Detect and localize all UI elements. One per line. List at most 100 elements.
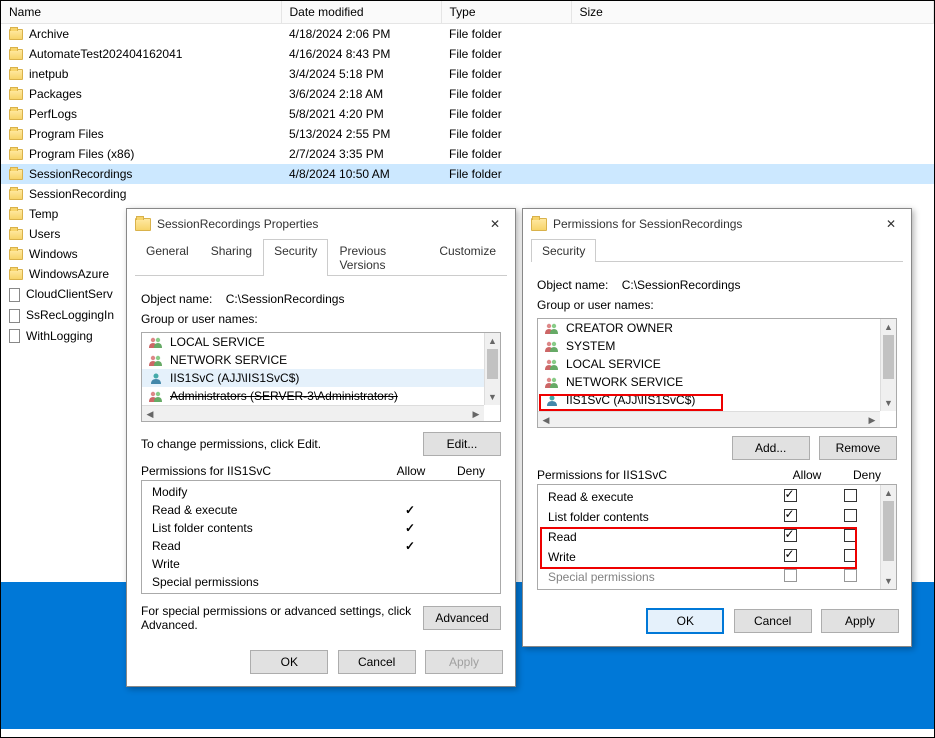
folder-icon [9, 269, 23, 280]
perms-listbox: ModifyRead & execute✓List folder content… [141, 480, 501, 594]
perm-row: Write [142, 555, 500, 573]
group-item[interactable]: IIS1SvC (AJJ\IIS1SvC$) [538, 391, 896, 409]
allow-checkbox[interactable] [784, 509, 797, 522]
file-row[interactable]: SessionRecordings4/8/2024 10:50 AMFile f… [1, 164, 934, 184]
scrollbar[interactable]: ▲▼ [880, 485, 896, 589]
file-row[interactable]: Program Files5/13/2024 2:55 PMFile folde… [1, 124, 934, 144]
file-row[interactable]: SessionRecording [1, 184, 934, 204]
perm-row: Read & execute✓ [142, 501, 500, 519]
object-name-label: Object name: [141, 292, 212, 306]
file-row[interactable]: inetpub3/4/2024 5:18 PMFile folder [1, 64, 934, 84]
folder-icon [9, 209, 23, 220]
perms-listbox: Read & executeList folder contentsReadWr… [537, 484, 897, 590]
user-icon [148, 354, 164, 366]
user-icon [544, 340, 560, 352]
folder-icon [531, 218, 547, 231]
perms-label: Permissions for IIS1SvC [537, 468, 777, 482]
groups-label: Group or user names: [537, 298, 897, 312]
dialog-title: SessionRecordings Properties [157, 217, 483, 231]
object-name-value: C:\SessionRecordings [622, 278, 741, 292]
folder-icon [135, 218, 151, 231]
tab-customize[interactable]: Customize [428, 239, 507, 276]
folder-icon [9, 49, 23, 60]
perm-row: List folder contents✓ [142, 519, 500, 537]
permissions-dialog: Permissions for SessionRecordings ✕ Secu… [522, 208, 912, 647]
change-hint: To change permissions, click Edit. [141, 437, 417, 451]
cancel-button[interactable]: Cancel [338, 650, 416, 674]
file-row[interactable]: Program Files (x86)2/7/2024 3:35 PMFile … [1, 144, 934, 164]
allow-checkbox[interactable] [784, 569, 797, 582]
check-icon: ✓ [405, 521, 415, 535]
file-row[interactable]: Archive4/18/2024 2:06 PMFile folder [1, 24, 934, 45]
col-size[interactable]: Size [571, 1, 934, 24]
check-icon: ✓ [405, 503, 415, 517]
allow-checkbox[interactable] [784, 489, 797, 502]
apply-button[interactable]: Apply [821, 609, 899, 633]
col-date[interactable]: Date modified [281, 1, 441, 24]
group-item[interactable]: SYSTEM [538, 337, 896, 355]
tabstrip: Security [531, 239, 903, 262]
close-icon[interactable]: ✕ [483, 217, 507, 231]
group-item[interactable]: CREATOR OWNER [538, 319, 896, 337]
tab-sharing[interactable]: Sharing [200, 239, 263, 276]
edit-button[interactable]: Edit... [423, 432, 501, 456]
properties-dialog: SessionRecordings Properties ✕ GeneralSh… [126, 208, 516, 687]
ok-button[interactable]: OK [646, 608, 724, 634]
group-item[interactable]: IIS1SvC (AJJ\IIS1SvC$) [142, 369, 500, 387]
user-icon [148, 390, 164, 402]
folder-icon [9, 89, 23, 100]
folder-icon [9, 229, 23, 240]
folder-icon [9, 169, 23, 180]
advanced-button[interactable]: Advanced [423, 606, 501, 630]
folder-icon [9, 69, 23, 80]
advanced-hint: For special permissions or advanced sett… [141, 604, 417, 632]
apply-button[interactable]: Apply [425, 650, 503, 674]
cancel-button[interactable]: Cancel [734, 609, 812, 633]
file-row[interactable]: Packages3/6/2024 2:18 AMFile folder [1, 84, 934, 104]
folder-icon [9, 149, 23, 160]
allow-checkbox[interactable] [784, 549, 797, 562]
deny-checkbox[interactable] [844, 509, 857, 522]
col-name[interactable]: Name [1, 1, 281, 24]
tab-security[interactable]: Security [531, 239, 596, 262]
tab-security[interactable]: Security [263, 239, 328, 276]
deny-checkbox[interactable] [844, 569, 857, 582]
tab-general[interactable]: General [135, 239, 200, 276]
deny-checkbox[interactable] [844, 529, 857, 542]
group-item[interactable]: NETWORK SERVICE [538, 373, 896, 391]
close-icon[interactable]: ✕ [879, 217, 903, 231]
file-icon [9, 288, 20, 302]
group-item[interactable]: NETWORK SERVICE [142, 351, 500, 369]
scrollbar[interactable]: ▲▼ [484, 333, 500, 405]
check-icon: ✓ [405, 539, 415, 553]
dialog-title: Permissions for SessionRecordings [553, 217, 879, 231]
scrollbar[interactable]: ▲▼ [880, 319, 896, 411]
file-row[interactable]: PerfLogs5/8/2021 4:20 PMFile folder [1, 104, 934, 124]
hscrollbar[interactable]: ◀▶ [538, 411, 880, 427]
hscrollbar[interactable]: ◀▶ [142, 405, 484, 421]
tab-previous-versions[interactable]: Previous Versions [328, 239, 428, 276]
perm-row: Special permissions [538, 567, 880, 587]
deny-checkbox[interactable] [844, 549, 857, 562]
user-icon [148, 336, 164, 348]
folder-icon [9, 189, 23, 200]
tabstrip: GeneralSharingSecurityPrevious VersionsC… [135, 239, 507, 276]
allow-checkbox[interactable] [784, 529, 797, 542]
groups-listbox[interactable]: CREATOR OWNERSYSTEMLOCAL SERVICENETWORK … [537, 318, 897, 428]
col-type[interactable]: Type [441, 1, 571, 24]
add-button[interactable]: Add... [732, 436, 810, 460]
ok-button[interactable]: OK [250, 650, 328, 674]
user-icon [544, 322, 560, 334]
group-item[interactable]: LOCAL SERVICE [538, 355, 896, 373]
file-icon [9, 309, 20, 323]
groups-listbox[interactable]: LOCAL SERVICENETWORK SERVICEIIS1SvC (AJJ… [141, 332, 501, 422]
perms-label: Permissions for IIS1SvC [141, 464, 381, 478]
remove-button[interactable]: Remove [819, 436, 897, 460]
user-icon [544, 394, 560, 406]
file-row[interactable]: AutomateTest2024041620414/16/2024 8:43 P… [1, 44, 934, 64]
groups-label: Group or user names: [141, 312, 501, 326]
group-item[interactable]: LOCAL SERVICE [142, 333, 500, 351]
group-item[interactable]: Administrators (SERVER-3\Administrators) [142, 387, 500, 405]
user-icon [544, 358, 560, 370]
deny-checkbox[interactable] [844, 489, 857, 502]
